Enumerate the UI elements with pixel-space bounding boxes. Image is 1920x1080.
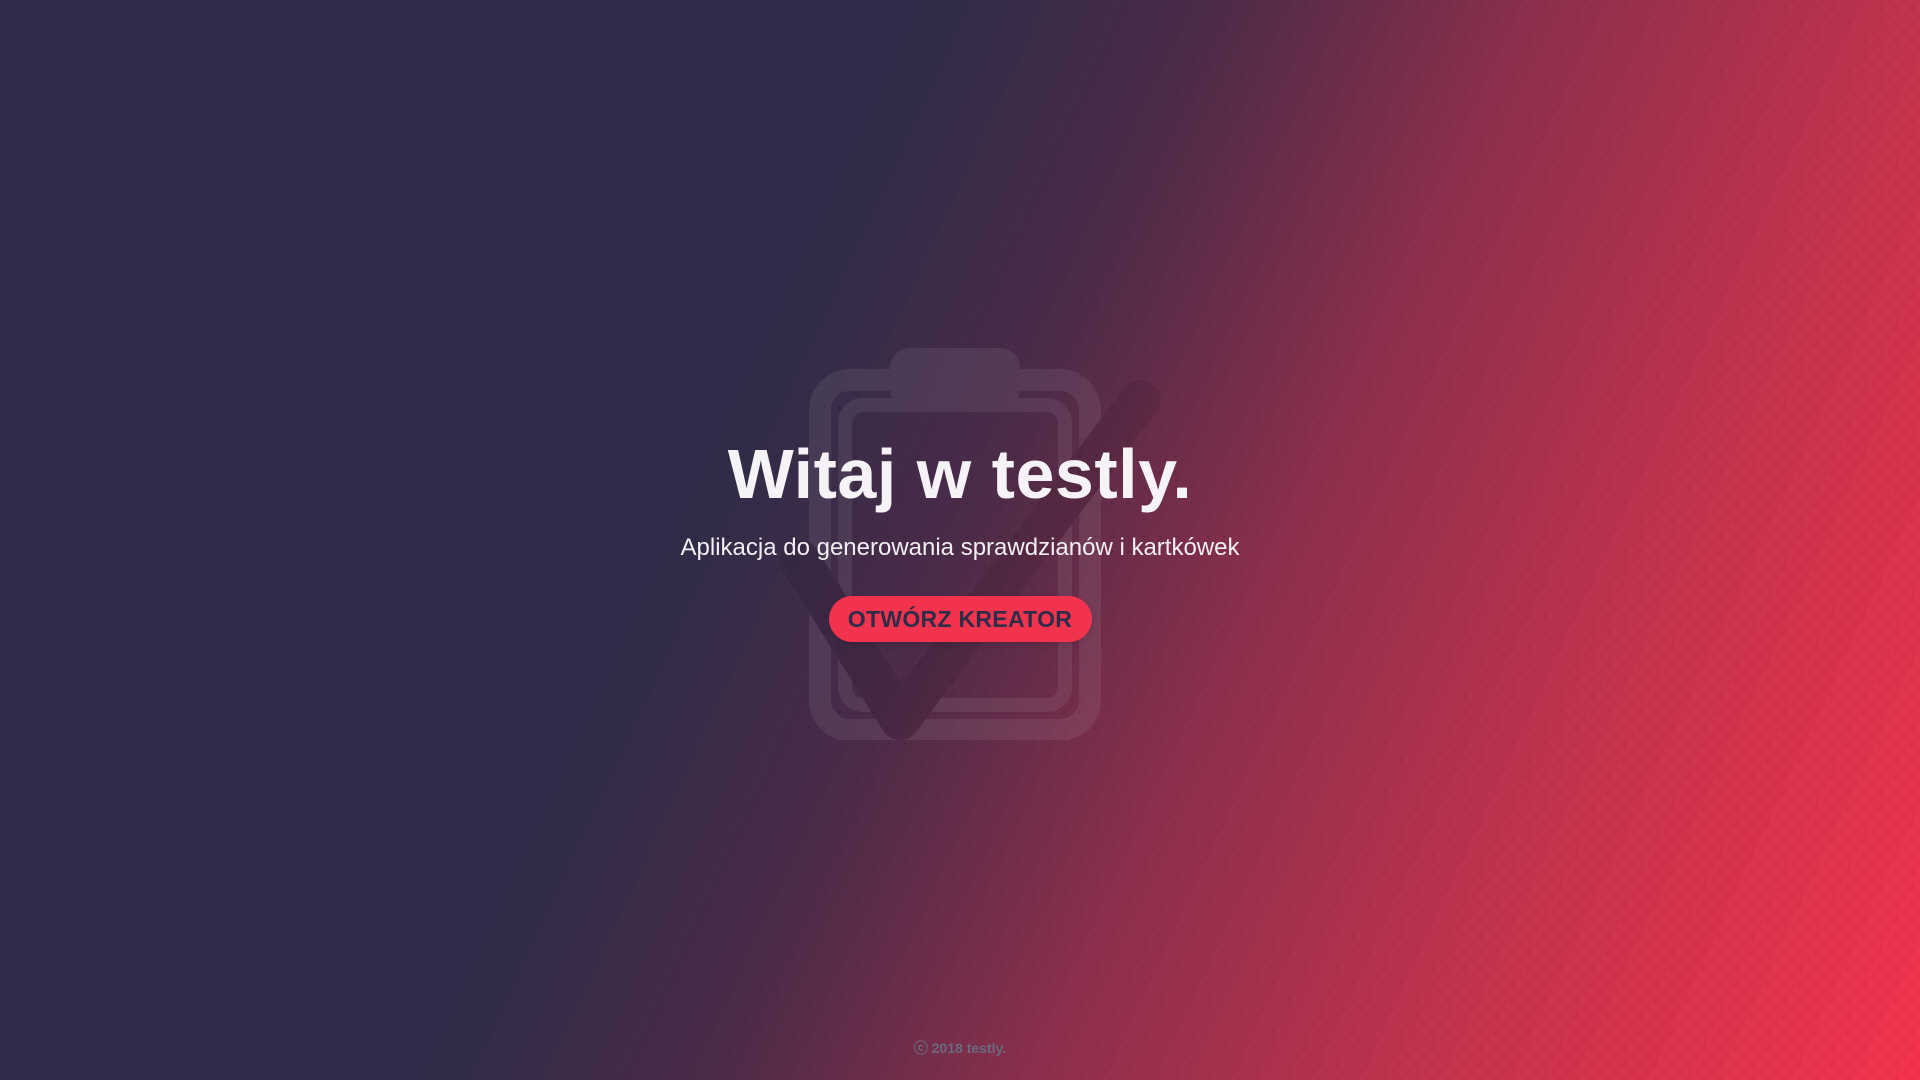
page-title: Witaj w testly. xyxy=(727,435,1193,513)
page-subtitle: Aplikacja do generowania sprawdzianów i … xyxy=(680,534,1240,561)
hero-section: Witaj w testly. Aplikacja do generowania… xyxy=(0,0,1920,1080)
hero-content: Witaj w testly. Aplikacja do generowania… xyxy=(0,430,1920,642)
footer-copyright: ⓒ 2018 testly. xyxy=(913,1040,1007,1056)
open-creator-button[interactable]: OTWÓRZ KREATOR xyxy=(828,596,1092,642)
